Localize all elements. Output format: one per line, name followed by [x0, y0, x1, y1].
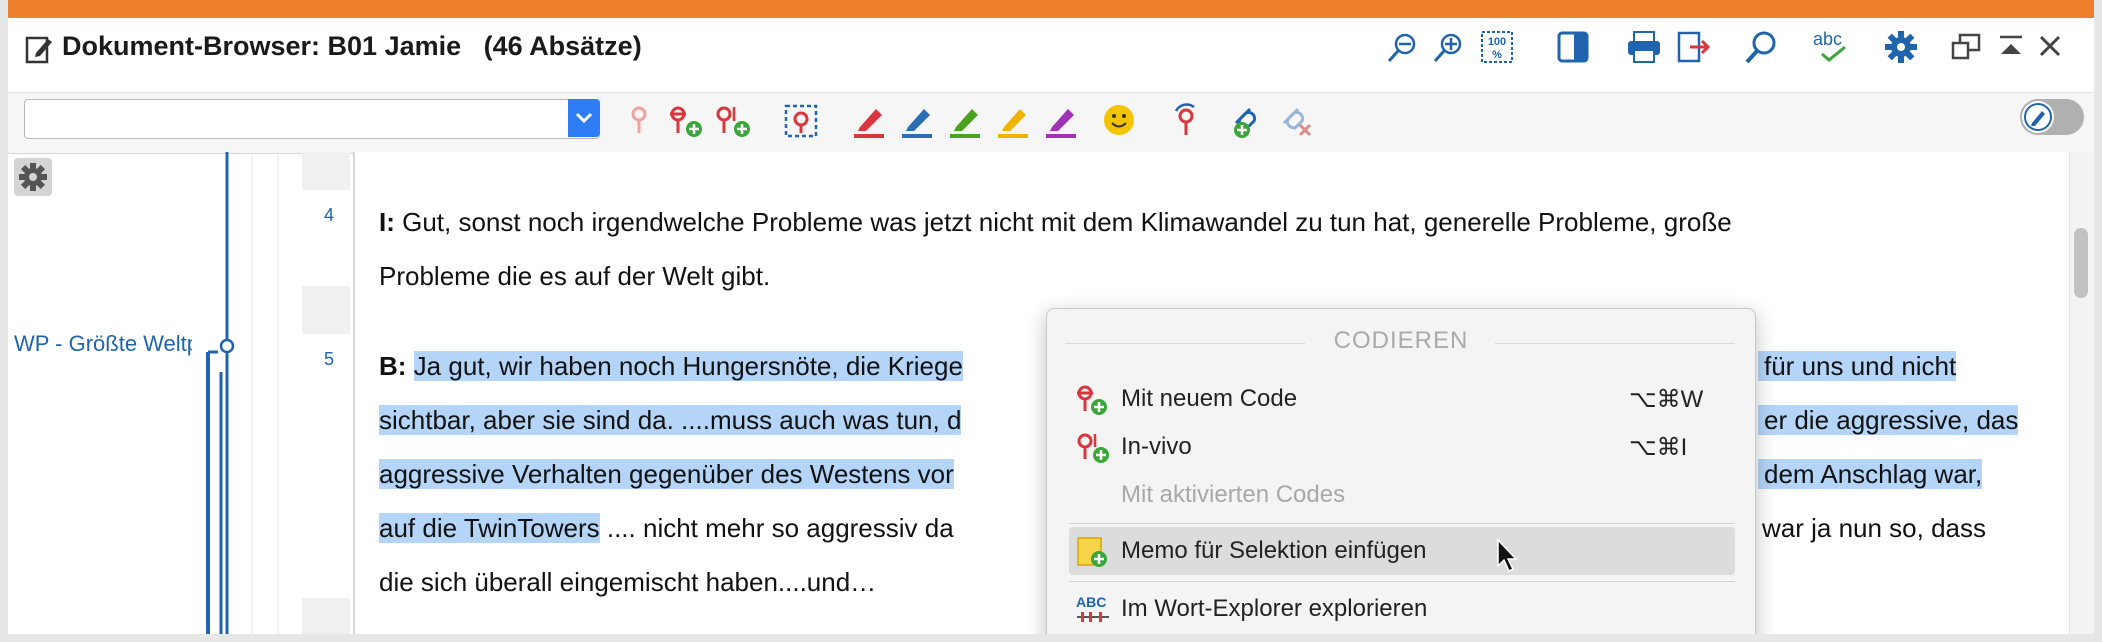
speaker-label: I:	[379, 207, 395, 237]
paragraph-number: 4	[324, 205, 335, 225]
zoom-out-icon[interactable]	[1386, 32, 1418, 64]
highlight-green-icon[interactable]	[948, 103, 984, 139]
close-icon[interactable]	[2038, 34, 2062, 58]
paragraph-text: .... nicht mehr so aggressiv da	[599, 513, 954, 543]
svg-text:%: %	[1492, 49, 1502, 61]
window-accent-bar	[8, 0, 2094, 18]
selected-text: für uns und nicht	[1758, 351, 1957, 381]
mouse-cursor-icon	[1497, 538, 1518, 573]
code-stripe-node[interactable]	[219, 338, 235, 354]
menu-item-label: Im Wort-Explorer explorieren	[1121, 595, 1428, 622]
svg-text:100: 100	[1488, 36, 1506, 48]
toggle-knob	[2022, 101, 2054, 133]
svg-text:ABC: ABC	[1076, 594, 1106, 610]
menu-item-invivo[interactable]: In-vivo ⌥⌘I	[1069, 423, 1735, 471]
combobox-dropdown-button[interactable]	[568, 99, 600, 137]
window-title: Dokument-Browser: B01 Jamie (46 Absätze)	[62, 31, 642, 62]
menu-separator	[1069, 523, 1735, 524]
menu-section-header: CODIEREN	[1333, 327, 1469, 354]
sidebar-toggle-icon[interactable]	[1556, 30, 1590, 64]
speaker-label: B:	[379, 351, 407, 381]
code-column-settings-button[interactable]	[14, 158, 52, 196]
selected-text: er die aggressive, das	[1758, 405, 2019, 435]
selected-text: aggressive Verhalten gegenüber des Weste…	[379, 459, 954, 489]
menu-item-word-explorer[interactable]: ABC Im Wort-Explorer explorieren	[1069, 585, 1735, 633]
context-menu: CODIEREN Mit neuem Code ⌥⌘W In-vivo ⌥⌘I …	[1046, 308, 1756, 634]
menu-separator	[1069, 581, 1735, 582]
paragraph-5-line-1-end[interactable]: für uns und nicht	[1758, 339, 1957, 393]
emoticon-icon[interactable]	[1102, 103, 1136, 137]
settings-gear-icon[interactable]	[1884, 30, 1918, 64]
document-browser-window: Dokument-Browser: B01 Jamie (46 Absätze)…	[8, 0, 2094, 634]
vertical-scrollbar[interactable]	[2069, 152, 2094, 634]
select-area-icon[interactable]	[782, 103, 822, 139]
paragraph-5-line-3-end[interactable]: dem Anschlag war,	[1758, 447, 1983, 501]
code-invivo-icon[interactable]	[714, 103, 754, 139]
code-toolbar	[8, 92, 2094, 154]
code-pin-icon[interactable]	[628, 103, 650, 137]
menu-item-insert-memo[interactable]: Memo für Selektion einfügen	[1069, 527, 1735, 575]
link-remove-icon[interactable]	[1278, 103, 1316, 139]
restore-window-icon[interactable]	[1950, 32, 1982, 62]
menu-item-label: In-vivo	[1121, 433, 1192, 460]
document-name: Dokument-Browser: B01 Jamie	[62, 31, 462, 61]
code-with-new-code-icon[interactable]	[668, 103, 704, 139]
paragraph-5-line-2-end[interactable]: er die aggressive, das	[1758, 393, 2019, 447]
pencil-icon	[2024, 103, 2052, 131]
selected-text: dem Anschlag war,	[1758, 459, 1983, 489]
selected-text: Ja gut, wir haben noch Hungersnöte, die …	[413, 351, 963, 381]
highlight-yellow-icon[interactable]	[996, 103, 1032, 139]
code-invivo-icon	[1077, 433, 1109, 463]
paragraph-5-line-4-end[interactable]: war ja nun so, dass	[1762, 501, 1986, 555]
word-explorer-icon: ABC	[1076, 594, 1109, 622]
menu-item-label: Mit neuem Code	[1121, 385, 1298, 412]
paragraph-5-line-5[interactable]: die sich überall eingemischt haben....un…	[379, 555, 876, 609]
paragraph-number-cell	[302, 334, 350, 598]
paragraph-5-line-2[interactable]: sichtbar, aber sie sind da. ....muss auc…	[379, 393, 962, 447]
selected-text: sichtbar, aber sie sind da. ....muss auc…	[379, 405, 962, 435]
selected-text: auf die TwinTowers	[379, 513, 600, 543]
export-icon[interactable]	[1676, 30, 1712, 64]
scrollbar-thumb[interactable]	[2074, 228, 2088, 298]
menu-item-label: Mit aktivierten Codes	[1121, 481, 1346, 508]
paragraph-count: (46 Absätze)	[483, 31, 642, 61]
paragraph-4-line-1[interactable]: I: Gut, sonst noch irgendwelche Probleme…	[379, 195, 1732, 249]
menu-item-shortcut: ⌥⌘I	[1629, 434, 1688, 461]
chevron-down-icon	[575, 112, 593, 124]
code-with-new-code-icon	[1077, 385, 1107, 415]
highlight-purple-icon[interactable]	[1044, 103, 1080, 139]
code-select-combobox[interactable]	[24, 99, 600, 139]
collapse-up-icon[interactable]	[1998, 34, 2024, 58]
svg-text:abc: abc	[1813, 29, 1842, 49]
paragraph-5-line-3[interactable]: aggressive Verhalten gegenüber des Weste…	[379, 447, 954, 501]
paragraph-text: Gut, sonst noch irgendwelche Probleme wa…	[394, 207, 1732, 237]
search-icon[interactable]	[1744, 30, 1778, 64]
memo-add-icon	[1077, 537, 1107, 567]
edit-document-icon	[25, 36, 52, 64]
zoom-in-icon[interactable]	[1432, 32, 1464, 64]
code-stripe-label[interactable]: WP - Größte Weltprobleme	[14, 331, 192, 357]
recode-icon[interactable]	[1170, 103, 1204, 139]
zoom-100-icon[interactable]: 100%	[1480, 30, 1514, 64]
paragraph-number: 5	[324, 349, 335, 369]
paragraph-5-line-4[interactable]: auf die TwinTowers .... nicht mehr so ag…	[379, 501, 954, 555]
menu-item-shortcut: ⌥⌘W	[1629, 386, 1704, 413]
print-icon[interactable]	[1626, 30, 1662, 64]
highlight-blue-icon[interactable]	[900, 103, 936, 139]
menu-item-activated-codes[interactable]: Mit aktivierten Codes	[1069, 471, 1735, 519]
edit-mode-toggle[interactable]	[2020, 99, 2084, 135]
gear-icon	[19, 163, 47, 191]
menu-item-label: Memo für Selektion einfügen	[1121, 537, 1427, 564]
menu-item-new-code[interactable]: Mit neuem Code ⌥⌘W	[1069, 375, 1735, 423]
code-stripes	[206, 152, 279, 634]
paragraph-5-line-1[interactable]: B: Ja gut, wir haben noch Hungersnöte, d…	[379, 339, 963, 393]
spellcheck-icon[interactable]: abc	[1812, 28, 1850, 64]
paragraph-4-line-2[interactable]: Probleme die es auf der Welt gibt.	[379, 249, 770, 303]
link-add-icon[interactable]	[1230, 103, 1268, 139]
highlight-red-icon[interactable]	[852, 103, 888, 139]
